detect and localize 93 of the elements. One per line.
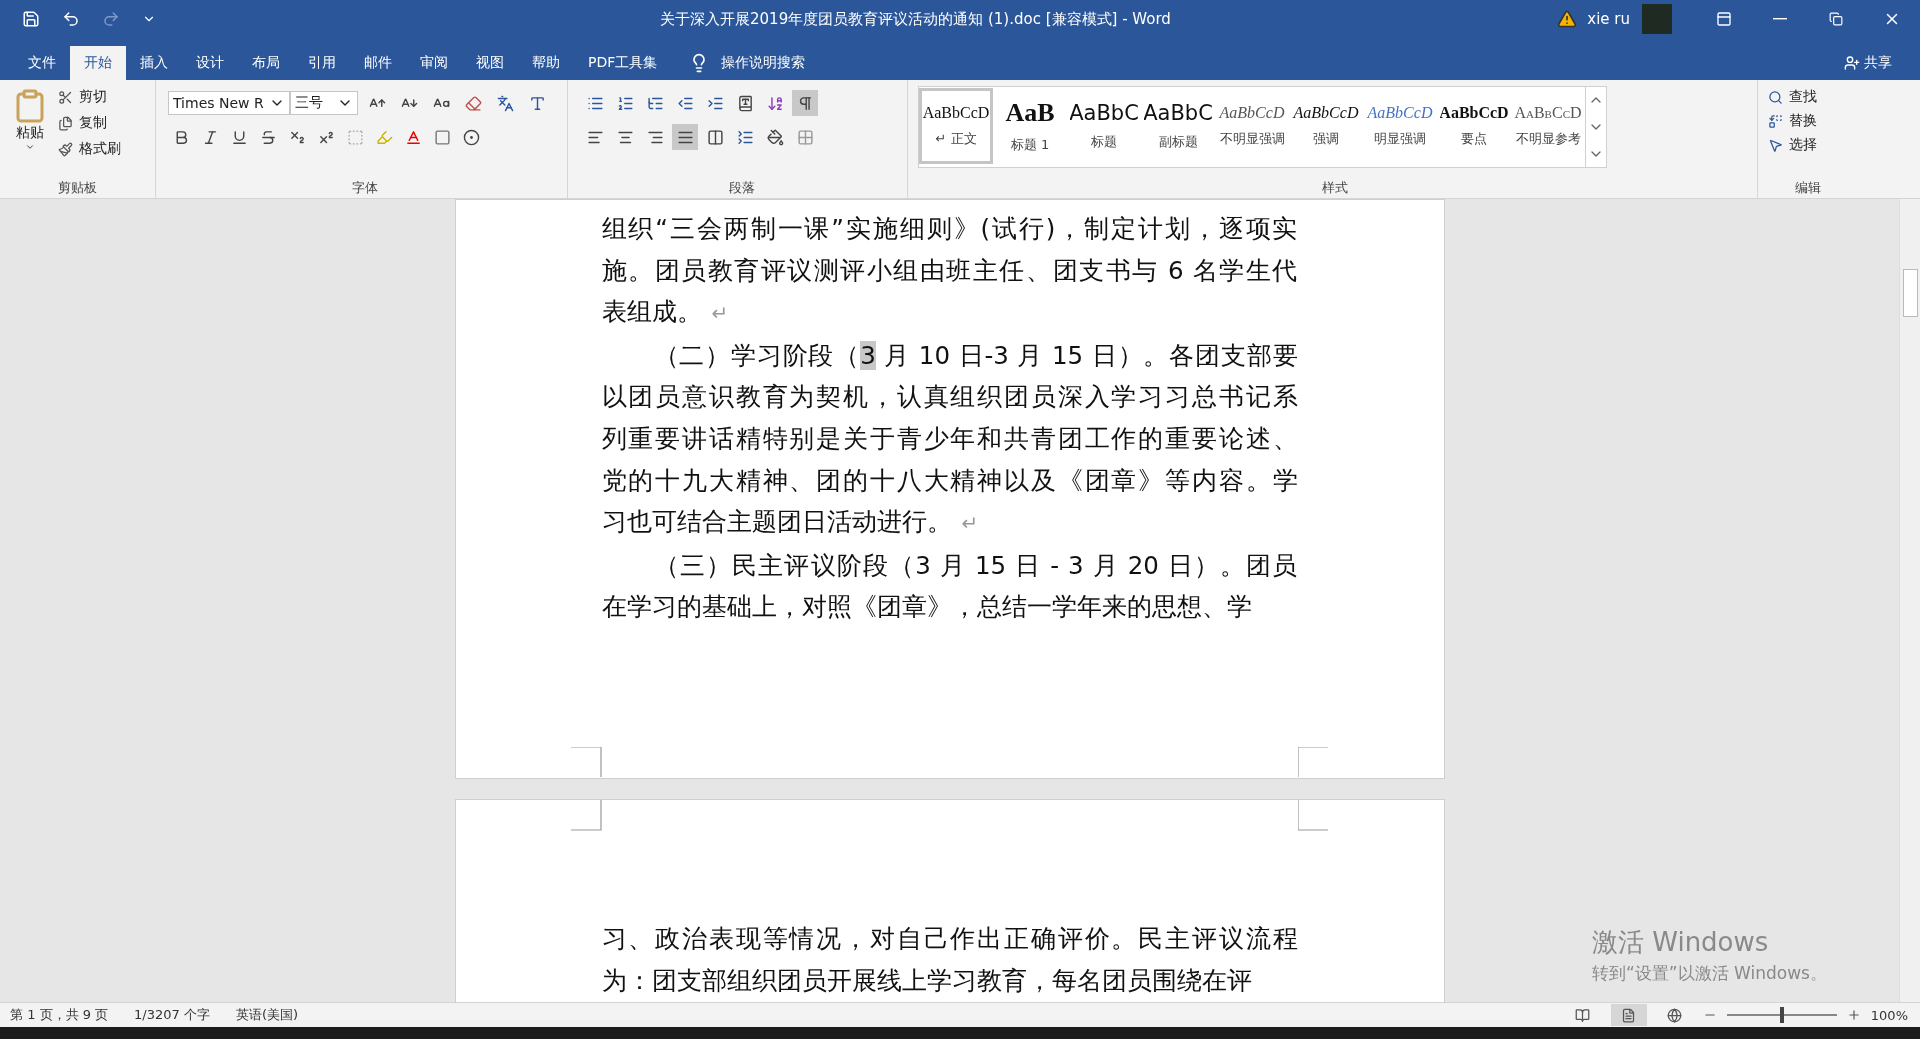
replace-icon: [1768, 113, 1783, 129]
page-count[interactable]: 第 1 页，共 9 页: [10, 1006, 109, 1024]
print-layout-button[interactable]: [1610, 1004, 1647, 1026]
copy-button[interactable]: 复制: [54, 112, 125, 134]
margin-corner-icon: [1297, 746, 1329, 778]
caret-icon: [25, 142, 35, 152]
document-text-line: （二）学习阶段（3 月 10 日-3 月 15 日）。各团支部要: [652, 339, 1298, 372]
document-text-line: 在学习的基础上，对照《团章》，总结一学年来的思想、学: [601, 591, 1253, 624]
paintbrush-icon: [58, 141, 73, 157]
replace-button[interactable]: 替换: [1764, 110, 1821, 132]
font-color-icon: [404, 128, 422, 146]
ribbon-tab[interactable]: 插入: [126, 46, 182, 80]
document-text-line: 习、政治表现等情况，对自己作出正确评价。民主评议流程: [601, 922, 1298, 955]
zoom-in-icon[interactable]: [1846, 1008, 1861, 1022]
ribbon-tab[interactable]: 审阅: [406, 46, 462, 80]
document-text-line: 以团员意识教育为契机，认真组织团员深入学习习总书记系: [601, 381, 1298, 414]
character-shading-icon: [433, 128, 451, 146]
share-button[interactable]: 共享: [1838, 46, 1898, 80]
zoom-level[interactable]: 100%: [1870, 1007, 1908, 1023]
window-title: 关于深入开展2019年度团员教育评议活动的通知 (1).doc [兼容模式] - Word: [660, 9, 1171, 29]
paste-button[interactable]: 粘贴: [6, 84, 54, 178]
document-text-line: 习也可结合主题团日活动进行。 ↵: [601, 506, 980, 539]
search-icon: [1768, 89, 1783, 105]
shading-icon: [766, 128, 784, 146]
enclose-characters-icon: [462, 128, 480, 146]
distributed-icon: [706, 128, 724, 146]
document-text-line: 为：团支部组织团员开展线上学习教育，每名团员围绕在评: [601, 964, 1253, 997]
vertical-scrollbar[interactable]: [1899, 199, 1920, 1002]
chinese-layout-icon: [736, 94, 754, 112]
activation-hint: 转到“设置”以激活 Windows。: [1592, 962, 1827, 985]
phonetic-guide-icon: [496, 94, 514, 112]
strikethrough-icon: [259, 128, 277, 146]
style-item[interactable]: AaBbCcD ↵ 正文: [919, 88, 993, 164]
minimize-icon: [1773, 18, 1787, 20]
group-label: 字体: [350, 179, 379, 197]
numbering-icon: [616, 94, 634, 112]
group-label: 段落: [727, 179, 756, 197]
group-label: 样式: [1320, 179, 1349, 197]
margin-corner-icon: [570, 799, 602, 831]
font-name-field[interactable]: Times New R: [168, 91, 290, 115]
warning-icon: [1557, 9, 1578, 29]
save-icon: [22, 10, 40, 28]
document-text-line: 列重要讲话精特别是关于青少年和共青团工作的重要论述、: [601, 422, 1298, 455]
ribbon-tab[interactable]: 设计: [182, 46, 238, 80]
ribbon-tab[interactable]: 开始: [70, 46, 126, 80]
user-name: xie ru: [1587, 10, 1630, 28]
word-count[interactable]: 1/3207 个字: [134, 1006, 210, 1024]
copy-icon: [58, 115, 73, 131]
ribbon-tab[interactable]: 帮助: [518, 46, 574, 80]
highlighter-icon: [375, 128, 393, 146]
underline-icon: [230, 128, 248, 146]
cut-button[interactable]: 剪切: [54, 86, 125, 108]
ribbon-tab[interactable]: 视图: [462, 46, 518, 80]
margin-corner-icon: [570, 746, 602, 778]
window-panel-icon: [1716, 11, 1732, 27]
document-text-line: 党的十九大精神、团的十八大精神以及《团章》等内容。学: [601, 464, 1298, 497]
person-plus-icon: [1844, 55, 1860, 71]
document-text-line: 组织“三会两制一课”实施细则》(试行)，制定计划，逐项实: [601, 213, 1298, 245]
globe-icon: [1667, 1007, 1683, 1023]
font-size-field[interactable]: 三号: [290, 91, 358, 115]
margin-corner-icon: [1297, 799, 1329, 831]
tell-me-search[interactable]: 操作说明搜索: [715, 46, 812, 80]
show-marks-button[interactable]: [792, 90, 818, 116]
select-button[interactable]: 选择: [1764, 134, 1821, 156]
zoom-thumb[interactable]: [1779, 1007, 1784, 1023]
ribbon-tab[interactable]: 布局: [238, 46, 294, 80]
document-text-line: 施。团员教育评议测评小组由班主任、团支书与 6 名学生代: [601, 254, 1298, 287]
ribbon-tab[interactable]: 文件: [14, 46, 70, 80]
group-label: 剪贴板: [57, 179, 98, 197]
group-label: 编辑: [1794, 179, 1822, 197]
language-status[interactable]: 英语(美国): [235, 1006, 299, 1024]
find-button[interactable]: 查找: [1764, 86, 1821, 108]
sort-icon: [766, 94, 784, 112]
justify-button[interactable]: [672, 124, 698, 150]
ribbon-tab[interactable]: 邮件: [350, 46, 406, 80]
ribbon-tab[interactable]: PDF工具集: [574, 46, 672, 80]
character-border-icon: [528, 94, 546, 112]
format-painter-button[interactable]: 格式刷: [54, 138, 125, 160]
clear-formatting-icon: [464, 94, 482, 112]
document-icon: [1621, 1007, 1637, 1023]
book-icon: [1575, 1007, 1591, 1023]
undo-icon: [62, 10, 80, 28]
document-text-line: 表组成。 ↵: [601, 296, 730, 329]
document-text-line: （三）民主评议阶段（3 月 15 日 - 3 月 20 日）。团员: [652, 549, 1298, 582]
borders-icon: [796, 128, 814, 146]
line-spacing-icon: [736, 128, 754, 146]
redo-icon: [102, 10, 120, 28]
scissors-icon: [58, 89, 73, 105]
text-effects-icon: [346, 128, 364, 146]
activation-title: 激活 Windows: [1592, 926, 1770, 959]
ribbon-tab[interactable]: 引用: [294, 46, 350, 80]
cursor-icon: [1768, 137, 1783, 153]
restore-icon: [1829, 12, 1843, 26]
